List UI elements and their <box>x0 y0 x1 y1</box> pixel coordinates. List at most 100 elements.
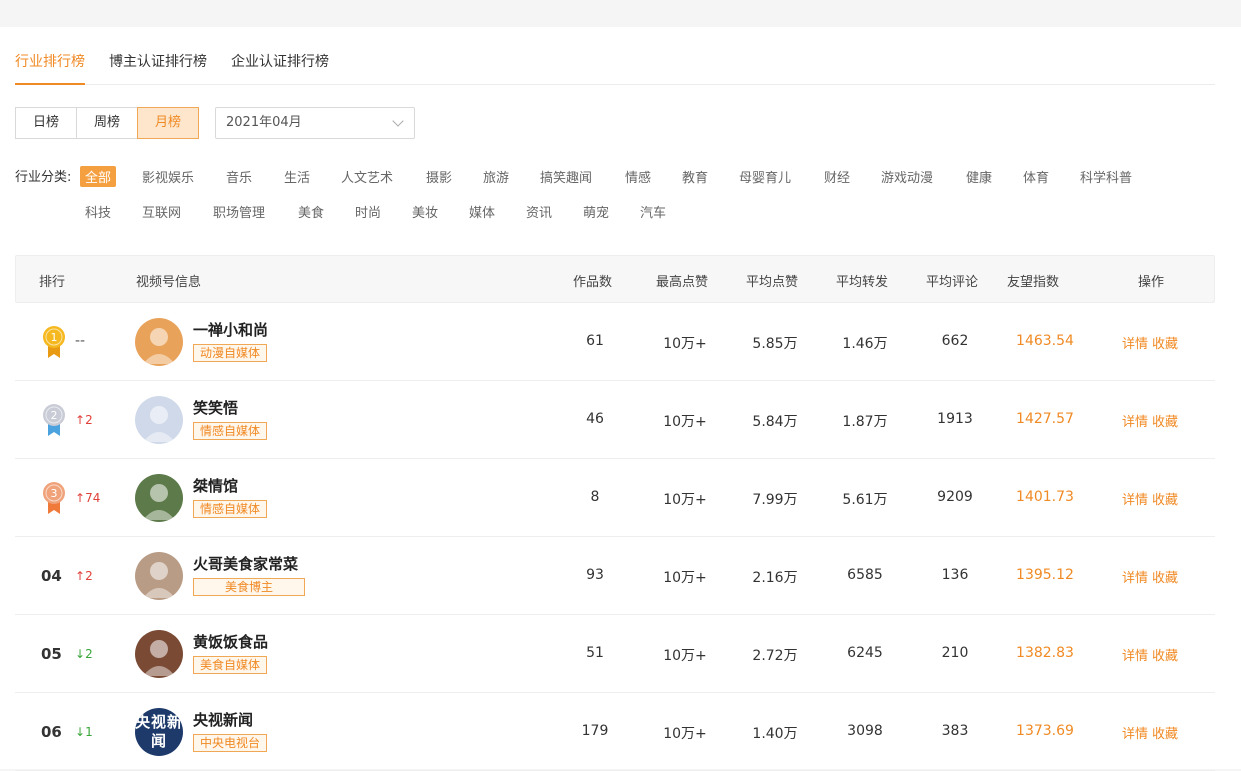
category-chip[interactable]: 科技 <box>85 202 111 221</box>
header-actions: 操作 <box>1138 275 1165 290</box>
category-chip[interactable]: 教育 <box>682 167 708 186</box>
category-chip[interactable]: 美妆 <box>412 202 438 221</box>
channel-name[interactable]: 笑笑悟 <box>193 397 238 418</box>
cell-avg-comments: 662 <box>941 333 969 349</box>
favorite-link[interactable]: 收藏 <box>1152 493 1178 508</box>
category-chip[interactable]: 人文艺术 <box>341 167 393 186</box>
category-chip[interactable]: 资讯 <box>526 202 552 221</box>
tab-industry-ranking[interactable]: 行业排行榜 <box>15 51 85 85</box>
category-chip[interactable]: 科学科普 <box>1080 167 1132 186</box>
details-link[interactable]: 详情 <box>1122 337 1148 352</box>
favorite-link[interactable]: 收藏 <box>1152 571 1178 586</box>
favorite-link[interactable]: 收藏 <box>1152 727 1178 742</box>
cell-avg-shares: 3098 <box>847 723 883 739</box>
category-chip[interactable]: 搞笑趣闻 <box>540 167 592 186</box>
category-chip[interactable]: 摄影 <box>426 167 452 186</box>
category-chip[interactable]: 全部 <box>80 166 117 187</box>
avatar[interactable] <box>135 552 183 600</box>
rank-number: 06 <box>41 723 62 741</box>
cell-index: 1463.54 <box>1016 333 1074 349</box>
channel-name[interactable]: 央视新闻 <box>193 709 253 730</box>
period-weekly-button[interactable]: 周榜 <box>76 107 138 139</box>
favorite-link[interactable]: 收藏 <box>1152 649 1178 664</box>
category-chip[interactable]: 影视娱乐 <box>142 167 194 186</box>
row-actions: 详情 收藏 <box>1122 489 1182 508</box>
rank-change: ↓2 <box>75 647 93 661</box>
cell-works: 179 <box>581 723 609 739</box>
avatar[interactable] <box>135 318 183 366</box>
cell-max-likes: 10万+ <box>663 648 707 664</box>
avatar[interactable] <box>135 396 183 444</box>
cell-avg-comments: 383 <box>941 723 969 739</box>
category-chip[interactable]: 互联网 <box>142 202 181 221</box>
cell-max-likes: 10万+ <box>663 726 707 742</box>
arrow-down-icon: ↓ <box>75 647 86 661</box>
arrow-up-icon: ↑ <box>75 491 86 505</box>
category-chip[interactable]: 音乐 <box>226 167 252 186</box>
details-link[interactable]: 详情 <box>1122 415 1148 430</box>
period-monthly-button[interactable]: 月榜 <box>137 107 199 139</box>
favorite-link[interactable]: 收藏 <box>1152 337 1178 352</box>
cell-index: 1373.69 <box>1016 723 1074 739</box>
details-link[interactable]: 详情 <box>1122 571 1148 586</box>
category-chip[interactable]: 旅游 <box>483 167 509 186</box>
gold-medal-icon: 1 <box>43 326 65 358</box>
category-chip[interactable]: 媒体 <box>469 202 495 221</box>
category-chip[interactable]: 情感 <box>625 167 651 186</box>
cell-avg-likes: 7.99万 <box>752 492 798 508</box>
avatar[interactable] <box>135 630 183 678</box>
channel-name[interactable]: 一禅小和尚 <box>193 319 268 340</box>
details-link[interactable]: 详情 <box>1122 493 1148 508</box>
cell-avg-likes: 5.85万 <box>752 336 798 352</box>
table-row: 06 ↓1 央视新闻 央视新闻 中央电视台 179 10万+ 1.40万 3098 383 1373… <box>15 693 1215 771</box>
period-daily-button[interactable]: 日榜 <box>15 107 77 139</box>
category-chip[interactable]: 萌宠 <box>583 202 609 221</box>
cell-avg-comments: 9209 <box>937 489 973 505</box>
table-row: 05 ↓2 黄饭饭食品 美食自媒体 51 10万+ 2.72万 6245 210 1382.83 详… <box>15 615 1215 693</box>
category-chip[interactable]: 体育 <box>1023 167 1049 186</box>
favorite-link[interactable]: 收藏 <box>1152 415 1178 430</box>
tab-blogger-ranking[interactable]: 博主认证排行榜 <box>109 51 207 83</box>
header-avg-shares: 平均转发 <box>836 275 889 290</box>
ranking-panel: 行业排行榜 博主认证排行榜 企业认证排行榜 日榜 周榜 月榜 2021年04月 … <box>0 27 1241 771</box>
cell-index: 1401.73 <box>1016 489 1074 505</box>
channel-name[interactable]: 桀情馆 <box>193 475 238 496</box>
channel-tag: 美食博主 <box>193 578 305 596</box>
category-chip[interactable]: 健康 <box>966 167 992 186</box>
rank-number: 04 <box>41 567 62 585</box>
table-row: 2 ↑2 笑笑悟 情感自媒体 46 10万+ 5.84万 1.87万 1913 1427.57 详情… <box>15 381 1215 459</box>
cell-works: 46 <box>586 411 604 427</box>
avatar[interactable]: 央视新闻 <box>135 708 183 756</box>
cell-avg-comments: 136 <box>941 567 969 583</box>
rank-change-value: 2 <box>85 647 93 661</box>
category-chip[interactable]: 财经 <box>824 167 850 186</box>
category-label: 行业分类: <box>15 170 72 185</box>
row-actions: 详情 收藏 <box>1122 411 1182 430</box>
category-chip[interactable]: 时尚 <box>355 202 381 221</box>
category-chip[interactable]: 母婴育儿 <box>739 167 791 186</box>
header-index: 友望指数 <box>1007 275 1060 290</box>
avatar[interactable] <box>135 474 183 522</box>
header-channel-info: 视频号信息 <box>136 275 202 290</box>
tab-enterprise-ranking[interactable]: 企业认证排行榜 <box>231 51 329 83</box>
cell-works: 61 <box>586 333 604 349</box>
details-link[interactable]: 详情 <box>1122 727 1148 742</box>
category-chip[interactable]: 职场管理 <box>213 202 265 221</box>
category-chip[interactable]: 游戏动漫 <box>881 167 933 186</box>
cell-index: 1382.83 <box>1016 645 1074 661</box>
category-chip[interactable]: 生活 <box>284 167 310 186</box>
person-icon <box>143 328 175 364</box>
channel-tag: 情感自媒体 <box>193 422 268 440</box>
table-row: 04 ↑2 火哥美食家常菜 美食博主 93 10万+ 2.16万 6585 136 1395.12… <box>15 537 1215 615</box>
channel-name[interactable]: 火哥美食家常菜 <box>193 553 298 574</box>
month-select[interactable]: 2021年04月 <box>215 107 415 139</box>
category-chip[interactable]: 汽车 <box>640 202 666 221</box>
month-select-value: 2021年04月 <box>226 115 302 130</box>
table-row: 3 ↑74 桀情馆 情感自媒体 8 10万+ 7.99万 5.61万 9209 1401.73 详情… <box>15 459 1215 537</box>
person-icon <box>143 562 175 598</box>
category-chip[interactable]: 美食 <box>298 202 324 221</box>
details-link[interactable]: 详情 <box>1122 649 1148 664</box>
channel-name[interactable]: 黄饭饭食品 <box>193 631 268 652</box>
cell-avg-likes: 5.84万 <box>752 414 798 430</box>
rank-change: ↑2 <box>75 413 93 427</box>
